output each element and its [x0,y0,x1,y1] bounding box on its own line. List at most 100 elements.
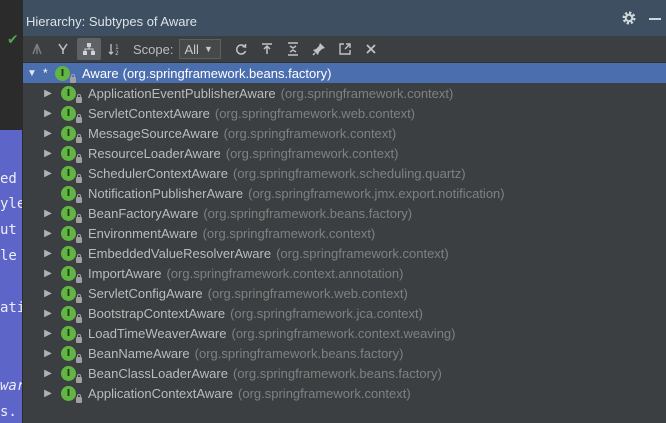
interface-icon: I [61,85,82,103]
tree-item-name: LoadTimeWeaverAware [88,325,227,341]
tree-row[interactable]: ▶ I EnvironmentAware (org.springframewor… [23,223,666,243]
interface-icon: I [61,365,82,383]
tree-row[interactable]: ▶ I MessageSourceAware (org.springframew… [23,123,666,143]
tree-row[interactable]: ▶ I ApplicationEventPublisherAware (org.… [23,83,666,103]
check-icon: ✔ [7,32,19,48]
lock-icon [76,153,82,163]
class-hierarchy-icon[interactable] [77,38,101,60]
tree-row[interactable]: ▶ I ImportAware (org.springframework.con… [23,263,666,283]
root-marker: * [43,66,48,80]
editor-strip: ✔ ed yle ut le atic war s. [0,0,22,423]
chevron-right-icon[interactable]: ▶ [41,88,55,99]
chevron-right-icon[interactable]: ▶ [41,208,55,219]
chevron-right-icon[interactable]: ▶ [41,228,55,239]
minimize-icon[interactable] [649,18,661,20]
chevron-right-icon[interactable]: ▶ [41,388,55,399]
tree-item-package: (org.springframework.web.context) [207,285,408,301]
tree-item-package: (org.springframework.scheduling.quartz) [232,165,466,181]
interface-icon: I [61,245,82,263]
tree-item-name: BootstrapContextAware [88,305,226,321]
chevron-right-icon[interactable]: ▶ [41,128,55,139]
tree-row[interactable]: ▶ I BeanNameAware (org.springframework.b… [23,343,666,363]
lock-icon [76,213,82,223]
lock-icon [76,113,82,123]
sort-alpha-icon[interactable]: 12 [103,38,127,60]
editor-text-fragment: ut [0,222,17,238]
tree-root-row[interactable]: ▼ * I Aware (org.springframework.beans.f… [23,63,666,83]
interface-icon: I [61,225,82,243]
tree-item-package: (org.springframework.beans.factory) [203,205,413,221]
lock-icon [76,353,82,363]
lock-icon [76,273,82,283]
subtypes-icon[interactable] [51,38,75,60]
tree-row[interactable]: ▶ I SchedulerContextAware (org.springfra… [23,163,666,183]
tree-item-name: ResourceLoaderAware [88,145,221,161]
tree-row[interactable]: ▶ I BeanFactoryAware (org.springframewor… [23,203,666,223]
tree-row[interactable]: ▶ I ApplicationContextAware (org.springf… [23,383,666,403]
open-in-editor-icon[interactable] [333,38,357,60]
chevron-right-icon[interactable]: ▶ [41,248,55,259]
tree-row[interactable]: ▶ I ResourceLoaderAware (org.springframe… [23,143,666,163]
interface-icon: I [61,345,82,363]
supertypes-icon[interactable] [25,38,49,60]
editor-text-fragment: s. [0,404,17,420]
tree-item-package: (org.springframework.web.context) [214,105,416,121]
tree-item-name: BeanClassLoaderAware [88,365,228,381]
tree-item-name: EmbeddedValueResolverAware [88,245,272,261]
tree-item-name: ApplicationContextAware [88,385,234,401]
lock-icon [76,93,82,103]
chevron-right-icon[interactable]: ▶ [41,288,55,299]
lock-icon [76,393,82,403]
close-icon[interactable] [359,38,383,60]
tree-item-package: (org.springframework.jca.context) [230,305,423,321]
lock-icon [76,373,82,383]
tree-row[interactable]: ▶ I LoadTimeWeaverAware (org.springframe… [23,323,666,343]
editor-text-fragment: atic [0,300,22,316]
tree-item-package: (org.springframework.jmx.export.notifica… [248,185,505,201]
interface-icon: I [61,305,82,323]
interface-icon: I [55,65,76,83]
tree-item-package: (org.springframework.beans.factory) [194,345,404,361]
chevron-right-icon[interactable]: ▶ [41,148,55,159]
editor-text-fragment: war [0,378,22,394]
interface-icon: I [61,165,82,183]
chevron-right-icon[interactable]: ▶ [41,308,55,319]
tree-row[interactable]: ▶ I EmbeddedValueResolverAware (org.spri… [23,243,666,263]
tree-row[interactable]: ▶ I NotificationPublisherAware (org.spri… [23,183,666,203]
chevron-right-icon[interactable]: ▶ [41,268,55,279]
export-icon[interactable] [255,38,279,60]
chevron-down-icon[interactable]: ▼ [25,68,39,79]
chevron-right-icon[interactable]: ▶ [41,348,55,359]
pin-icon[interactable] [307,38,331,60]
refresh-icon[interactable] [229,38,253,60]
svg-text:2: 2 [115,50,119,56]
tree-item-name: ImportAware [88,265,162,281]
tree-item-package: (org.springframework.beans.factory) [122,65,332,81]
chevron-right-icon[interactable]: ▶ [41,108,55,119]
tree-item-package: (org.springframework.context) [223,125,397,141]
lock-icon [76,313,82,323]
interface-icon: I [61,125,82,143]
interface-icon: I [61,145,82,163]
chevron-right-icon[interactable]: ▶ [41,368,55,379]
interface-icon: I [61,185,82,203]
expand-all-icon[interactable] [281,38,305,60]
interface-icon: I [61,265,82,283]
tree-item-name: BeanNameAware [88,345,190,361]
chevron-right-icon[interactable]: ▶ [41,168,55,179]
tree-item-name: MessageSourceAware [88,125,219,141]
tree-item-package: (org.springframework.context) [225,145,399,161]
tree-row[interactable]: ▶ I ServletContextAware (org.springframe… [23,103,666,123]
tree-item-name: Aware [82,65,119,81]
title-bar: Hierarchy: Subtypes of Aware [23,0,666,36]
tree-row[interactable]: ▶ I ServletConfigAware (org.springframew… [23,283,666,303]
scope-label: Scope: [133,41,174,57]
gear-icon[interactable] [621,10,637,26]
tree-row[interactable]: ▶ I BootstrapContextAware (org.springfra… [23,303,666,323]
scope-select[interactable]: All ▼ [179,39,222,59]
tree-item-name: BeanFactoryAware [88,205,199,221]
lock-icon [76,253,82,263]
editor-text-fragment: yle [0,196,22,212]
tree-row[interactable]: ▶ I BeanClassLoaderAware (org.springfram… [23,363,666,383]
chevron-right-icon[interactable]: ▶ [41,328,55,339]
